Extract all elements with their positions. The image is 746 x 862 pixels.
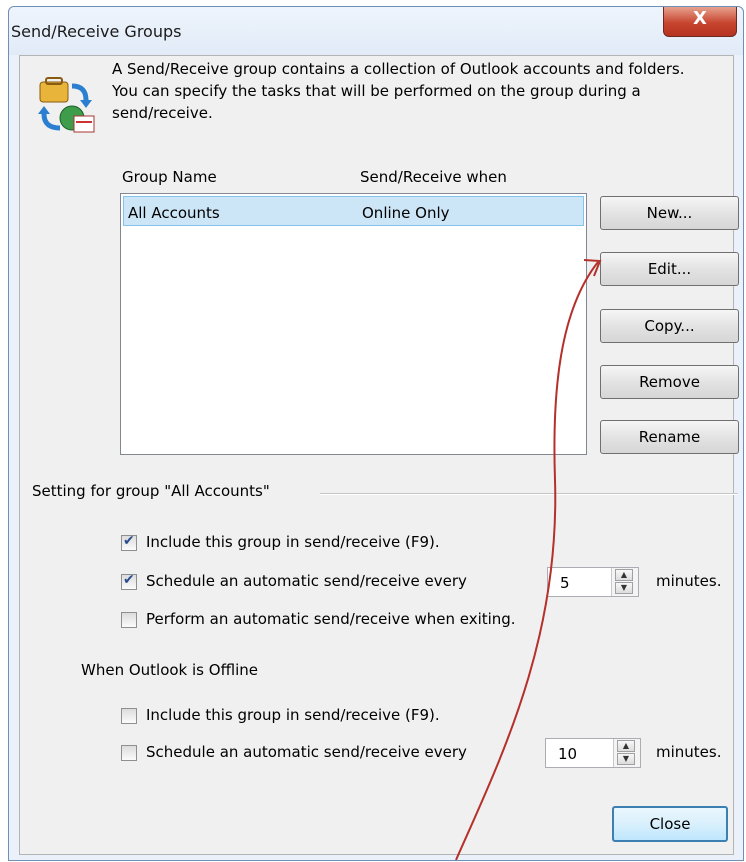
offline-include-group-checkbox[interactable] <box>121 708 137 724</box>
remove-button[interactable]: Remove <box>600 365 739 399</box>
offline-schedule-checkbox[interactable] <box>121 745 137 761</box>
spin-arrows: ▲ ▼ <box>611 568 638 596</box>
spin-down-icon[interactable]: ▼ <box>617 753 635 765</box>
rename-button[interactable]: Rename <box>600 420 739 454</box>
offline-schedule-minutes-stepper[interactable]: 10 ▲ ▼ <box>545 738 641 768</box>
close-button[interactable]: Close <box>612 806 728 842</box>
offline-minutes-unit-label: minutes. <box>656 743 722 761</box>
exit-send-receive-label[interactable]: Perform an automatic send/receive when e… <box>146 610 516 628</box>
new-button[interactable]: New... <box>600 196 739 230</box>
dialog-description: A Send/Receive group contains a collecti… <box>112 60 685 122</box>
spin-arrows: ▲ ▼ <box>613 739 640 767</box>
close-icon: X <box>693 8 707 29</box>
edit-button[interactable]: Edit... <box>600 252 739 286</box>
spin-up-icon[interactable]: ▲ <box>617 740 635 752</box>
offline-section-title: When Outlook is Offline <box>81 661 258 679</box>
dialog-title: Send/Receive Groups <box>11 22 182 41</box>
copy-button[interactable]: Copy... <box>600 309 739 343</box>
send-receive-icon <box>38 77 95 133</box>
schedule-checkbox[interactable] <box>121 572 137 590</box>
column-header-group-name[interactable]: Group Name <box>122 168 217 186</box>
send-receive-when-cell: Online Only <box>362 204 450 222</box>
group-name-cell: All Accounts <box>128 204 220 222</box>
column-header-send-receive-when[interactable]: Send/Receive when <box>360 168 507 186</box>
include-group-checkbox[interactable] <box>121 533 137 551</box>
offline-schedule-minutes-value[interactable]: 10 <box>558 745 577 763</box>
offline-schedule-label[interactable]: Schedule an automatic send/receive every <box>146 743 467 761</box>
include-group-label[interactable]: Include this group in send/receive (F9). <box>146 533 440 551</box>
minutes-unit-label: minutes. <box>656 572 722 590</box>
schedule-minutes-stepper[interactable]: 5 ▲ ▼ <box>547 567 639 597</box>
spin-down-icon[interactable]: ▼ <box>615 582 633 594</box>
spin-up-icon[interactable]: ▲ <box>615 569 633 581</box>
schedule-minutes-value[interactable]: 5 <box>560 574 570 592</box>
offline-include-group-label[interactable]: Include this group in send/receive (F9). <box>146 706 440 724</box>
group-divider <box>320 493 738 495</box>
groups-list[interactable]: All Accounts Online Only <box>120 193 587 455</box>
titlebar-close-button[interactable]: X <box>663 7 737 37</box>
list-item[interactable]: All Accounts Online Only <box>123 196 584 226</box>
schedule-label[interactable]: Schedule an automatic send/receive every <box>146 572 467 590</box>
title-bar[interactable]: Send/Receive Groups X <box>9 7 743 55</box>
exit-send-receive-checkbox[interactable] <box>121 612 137 628</box>
settings-group-title: Setting for group "All Accounts" <box>32 482 276 500</box>
